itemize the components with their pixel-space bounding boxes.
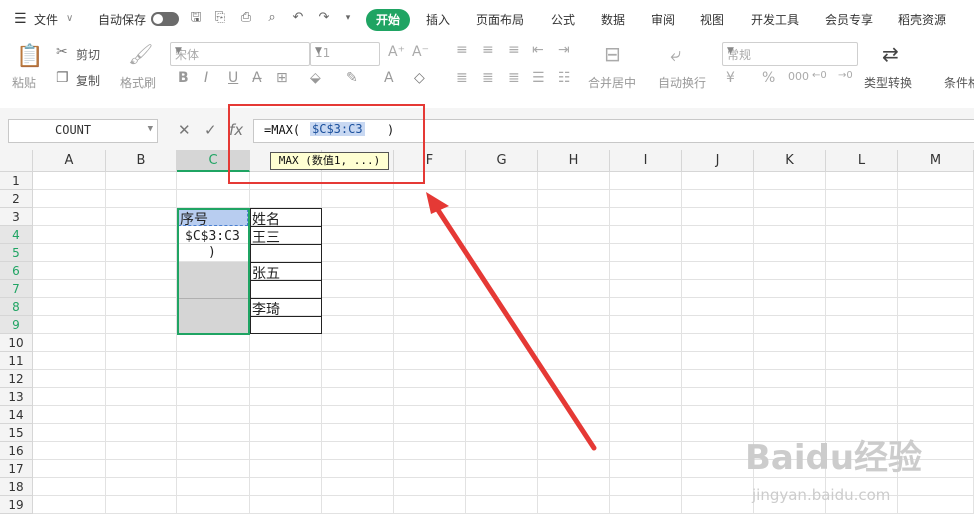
watermark-logo: Baidu经验 bbox=[745, 438, 923, 478]
watermark-url: jingyan.baidu.com bbox=[752, 486, 891, 504]
